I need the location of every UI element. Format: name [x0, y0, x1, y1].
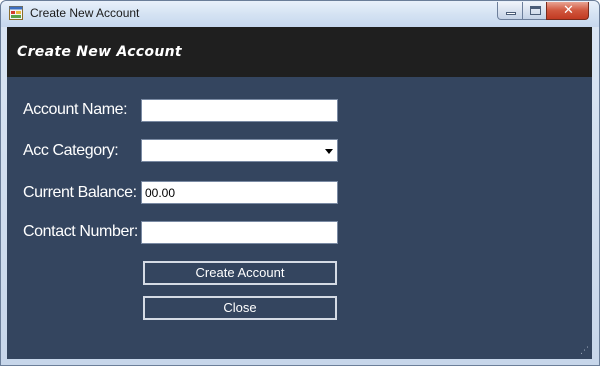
window-title: Create New Account	[30, 6, 140, 20]
account-name-input[interactable]	[142, 100, 333, 121]
acc-category-label: Acc Category:	[23, 142, 119, 159]
account-name-field[interactable]	[141, 99, 338, 122]
minimize-button[interactable]	[497, 2, 523, 20]
current-balance-input[interactable]	[142, 182, 333, 203]
maximize-icon	[530, 6, 541, 15]
close-window-button[interactable]: ✕	[546, 2, 589, 20]
header-banner: Create New Account	[7, 27, 592, 77]
create-account-button[interactable]: Create Account	[143, 261, 337, 285]
create-account-window: Create New Account ✕ Create New Account …	[0, 0, 600, 366]
title-bar[interactable]: Create New Account ✕	[1, 1, 599, 27]
resize-grip-icon[interactable]: ⋰	[580, 346, 589, 356]
header-title: Create New Account	[17, 44, 182, 60]
minimize-icon	[506, 12, 516, 15]
acc-category-dropdown[interactable]	[141, 139, 338, 162]
close-icon: ✕	[563, 3, 574, 18]
contact-number-field[interactable]	[141, 221, 338, 244]
contact-number-input[interactable]	[142, 222, 333, 243]
form-client-area: Create New Account Account Name: Acc Cat…	[7, 27, 592, 359]
close-button[interactable]: Close	[143, 296, 337, 320]
current-balance-label: Current Balance:	[23, 184, 137, 201]
account-name-label: Account Name:	[23, 101, 128, 118]
maximize-button[interactable]	[522, 2, 547, 20]
contact-number-label: Contact Number:	[23, 223, 138, 240]
dropdown-arrow-icon	[325, 149, 333, 154]
application-icon	[9, 6, 23, 20]
current-balance-field[interactable]	[141, 181, 338, 204]
